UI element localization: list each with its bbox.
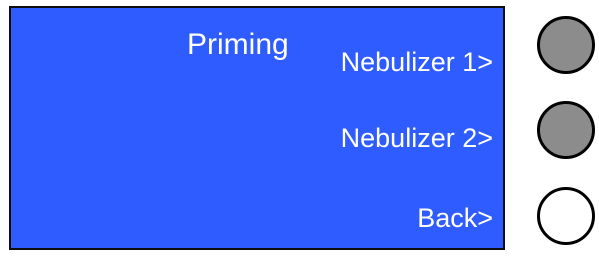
soft-key-2-button[interactable]: [537, 101, 595, 159]
screen-title: Priming: [187, 28, 289, 61]
device-panel: Priming Nebulizer 1> Nebulizer 2> Back>: [0, 0, 599, 256]
lcd-screen: Priming Nebulizer 1> Nebulizer 2> Back>: [9, 6, 505, 250]
soft-key-1-button[interactable]: [537, 16, 595, 74]
menu-item-back[interactable]: Back>: [417, 202, 493, 234]
menu-item-nebulizer-1[interactable]: Nebulizer 1>: [341, 46, 493, 78]
soft-key-3-button[interactable]: [537, 187, 595, 245]
menu-item-nebulizer-2[interactable]: Nebulizer 2>: [341, 122, 493, 154]
